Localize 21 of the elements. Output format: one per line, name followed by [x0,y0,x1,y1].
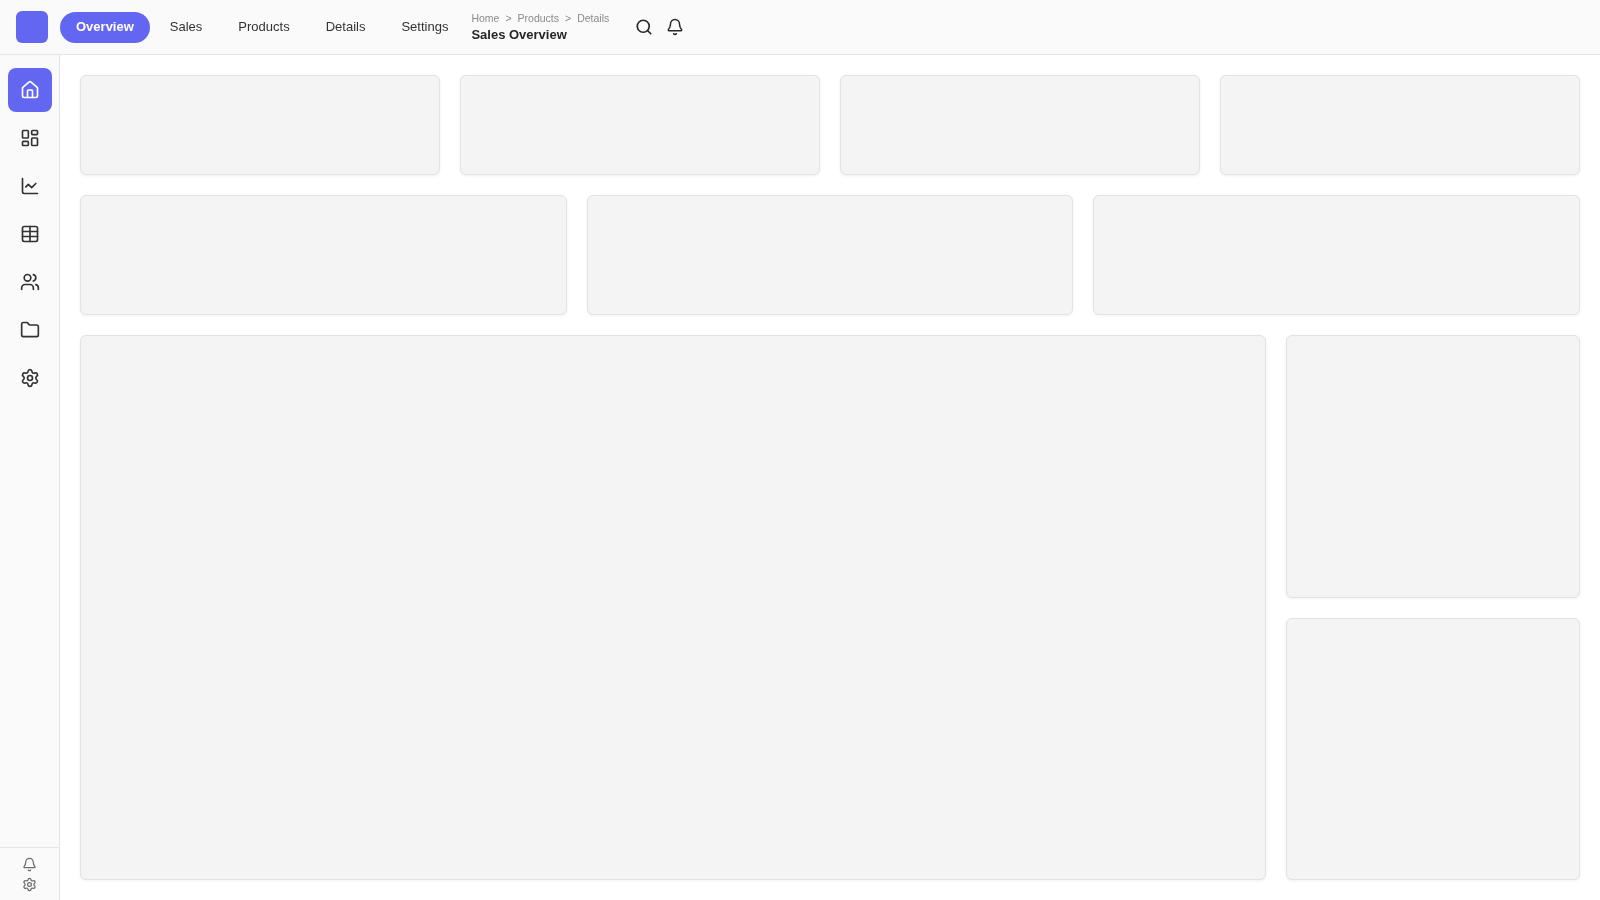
folder-icon [19,320,40,340]
search-icon[interactable] [635,18,654,36]
breadcrumb-separator: > [565,13,572,24]
settings-icon [19,368,40,388]
home-icon [19,80,40,100]
nav-tab[interactable]: Products [222,11,306,43]
dashboard-icon [19,128,40,148]
breadcrumb-link[interactable]: Details [577,13,610,24]
breadcrumb-separator: > [505,13,512,24]
users-icon [19,272,40,292]
nav-tab[interactable]: Overview [60,11,150,43]
nav-tab[interactable]: Sales [153,11,219,43]
breadcrumb-link[interactable]: Products [517,13,559,24]
page-title: Sales Overview [471,27,568,41]
nav-tab[interactable]: Details [309,11,382,43]
settings-icon[interactable] [22,876,37,892]
line-chart-icon [19,176,40,196]
logo-icon[interactable] [16,11,48,43]
nav-tab[interactable]: Settings [385,11,465,43]
bell-icon[interactable] [666,18,685,36]
table-icon [19,224,40,244]
